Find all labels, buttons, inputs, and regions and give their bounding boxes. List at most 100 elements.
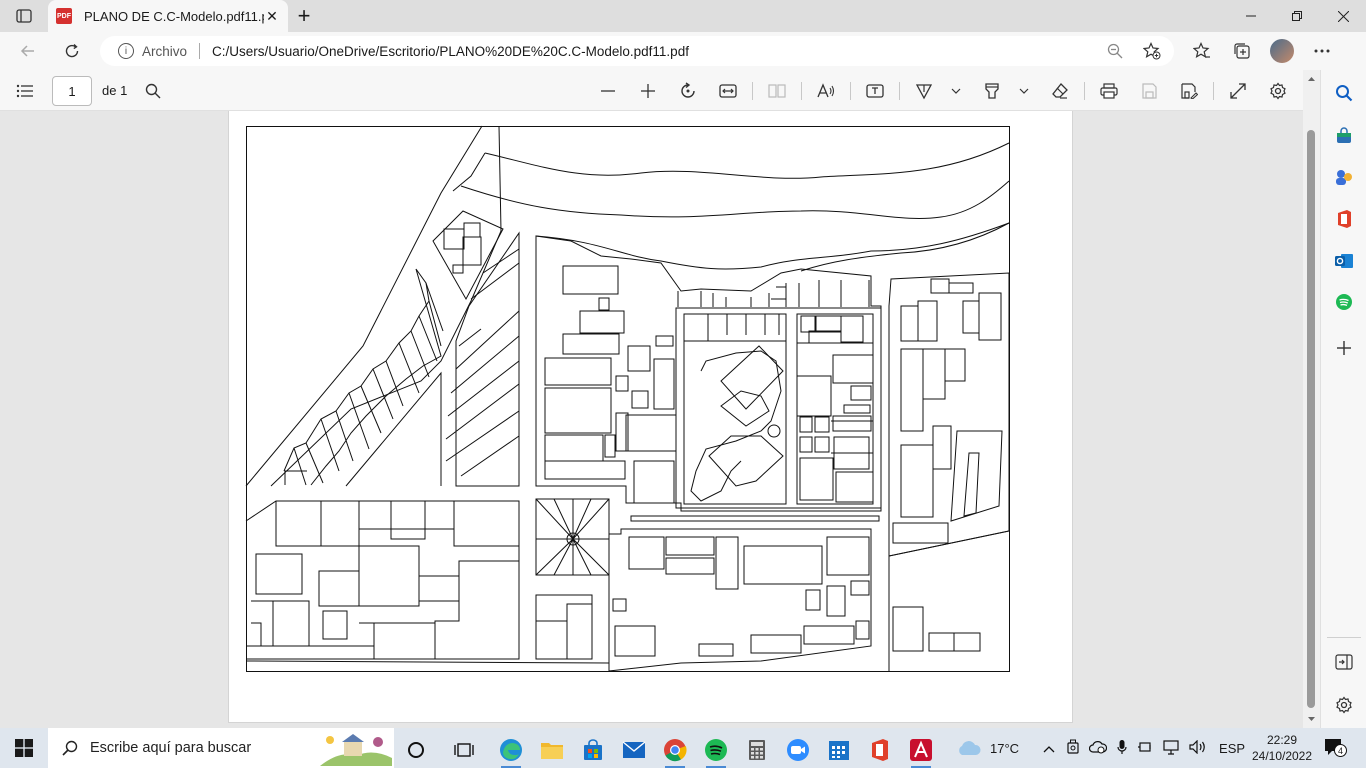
taskbar-office[interactable] <box>860 732 900 768</box>
notification-center-button[interactable]: 4 <box>1324 738 1347 758</box>
tray-app-icon[interactable] <box>1067 739 1079 758</box>
settings-more-button[interactable] <box>1302 32 1342 70</box>
fit-page-button[interactable] <box>716 79 740 103</box>
profile-button[interactable] <box>1262 32 1302 70</box>
sidebar-collapse-button[interactable] <box>1333 651 1355 673</box>
sidebar-settings-button[interactable] <box>1333 694 1355 716</box>
erase-button[interactable] <box>1048 79 1072 103</box>
sidebar-office-button[interactable] <box>1333 208 1355 230</box>
taskbar-search-field[interactable]: Escribe aquí para buscar <box>48 728 394 768</box>
start-button[interactable] <box>0 728 48 768</box>
save-button[interactable] <box>1137 79 1161 103</box>
info-icon[interactable]: i <box>118 43 134 59</box>
battery-plug-icon <box>1138 741 1151 752</box>
pdf-viewer[interactable] <box>0 111 1320 728</box>
zoom-in-button[interactable] <box>636 79 660 103</box>
expand-icon <box>1230 83 1246 99</box>
tray-volume[interactable] <box>1189 739 1207 757</box>
highlight-button[interactable] <box>980 79 1004 103</box>
search-icon <box>62 740 78 756</box>
scroll-thumb[interactable] <box>1307 130 1315 708</box>
sidebar-add-button[interactable] <box>1333 337 1355 359</box>
print-button[interactable] <box>1097 79 1121 103</box>
draw-button[interactable] <box>912 79 936 103</box>
task-view-icon <box>454 743 474 757</box>
taskbar-mail[interactable] <box>614 732 654 768</box>
url-scheme: Archivo <box>142 43 188 59</box>
refresh-button[interactable] <box>58 37 86 65</box>
new-tab-button[interactable]: + <box>292 3 316 28</box>
taskbar-clock[interactable]: 22:29 24/10/2022 <box>1248 732 1316 764</box>
restore-icon <box>1292 11 1302 21</box>
tab-actions-button[interactable] <box>10 7 38 25</box>
sidebar-tools-button[interactable] <box>1333 166 1355 188</box>
minimize-button[interactable] <box>1228 0 1274 32</box>
page-number-input[interactable]: 1 <box>52 76 92 106</box>
sidebar-spotify-button[interactable] <box>1333 291 1355 313</box>
weather-temperature[interactable]: 17°C <box>990 741 1019 756</box>
sidebar-search-button[interactable] <box>1333 82 1355 104</box>
acrobat-icon <box>910 739 932 761</box>
save-as-button[interactable] <box>1177 79 1201 103</box>
taskbar-zoom[interactable] <box>778 732 818 768</box>
taskbar-calendar[interactable] <box>819 732 859 768</box>
restore-button[interactable] <box>1274 0 1320 32</box>
zoom-out-icon[interactable] <box>1100 43 1130 59</box>
scroll-down-icon[interactable] <box>1303 714 1320 724</box>
outlook-icon <box>1335 254 1353 268</box>
cortana-circle-icon <box>408 742 424 758</box>
show-hidden-icons-button[interactable] <box>1043 741 1055 756</box>
office-icon <box>872 739 888 761</box>
highlight-options-dropdown[interactable] <box>1014 79 1034 103</box>
shopping-bag-icon <box>1337 127 1351 143</box>
fullscreen-button[interactable] <box>1226 79 1250 103</box>
taskbar-file-explorer[interactable] <box>532 732 572 768</box>
sidebar-outlook-button[interactable] <box>1333 250 1355 272</box>
contents-button[interactable] <box>13 79 37 103</box>
panel-collapse-icon <box>1335 654 1353 670</box>
cloud-sync-icon <box>1088 740 1108 753</box>
input-language[interactable]: ESP <box>1219 741 1245 756</box>
tray-network[interactable] <box>1163 739 1179 758</box>
search-icon <box>1336 85 1353 102</box>
find-button[interactable] <box>141 79 165 103</box>
calendar-icon <box>829 741 849 760</box>
page-view-button[interactable] <box>765 79 789 103</box>
url-field[interactable]: i Archivo C:/Users/Usuario/OneDrive/Escr… <box>100 36 1174 66</box>
sidebar-shopping-button[interactable] <box>1333 125 1355 147</box>
tray-power[interactable] <box>1137 740 1153 757</box>
usb-device-icon <box>1067 739 1079 754</box>
taskbar-chrome[interactable] <box>655 732 695 768</box>
refresh-icon <box>65 43 79 58</box>
favorites-icon <box>1193 42 1210 59</box>
taskbar-store[interactable] <box>573 732 613 768</box>
scroll-up-icon[interactable] <box>1303 74 1320 84</box>
search-highlight-image <box>320 734 392 766</box>
pdf-page <box>228 111 1073 723</box>
windows-taskbar: Escribe aquí para buscar 17°C ESP 22:29 … <box>0 728 1366 768</box>
vertical-scrollbar[interactable] <box>1303 70 1320 728</box>
toolbar-divider <box>1213 82 1214 100</box>
taskbar-acrobat[interactable] <box>901 732 941 768</box>
back-button[interactable] <box>14 37 42 65</box>
tab-close-button[interactable]: ✕ <box>264 8 280 25</box>
close-window-button[interactable] <box>1320 0 1366 32</box>
pdf-settings-button[interactable] <box>1266 79 1290 103</box>
task-view-button[interactable] <box>444 732 484 768</box>
favorites-button[interactable] <box>1182 32 1222 70</box>
taskbar-spotify[interactable] <box>696 732 736 768</box>
read-aloud-button[interactable] <box>814 79 838 103</box>
taskbar-calculator[interactable] <box>737 732 777 768</box>
tray-network-cloud[interactable] <box>1088 740 1108 757</box>
tray-microphone[interactable] <box>1117 739 1127 758</box>
task-view-cortana-button[interactable] <box>396 732 436 768</box>
add-favorite-icon[interactable] <box>1130 42 1174 60</box>
rotate-button[interactable] <box>676 79 700 103</box>
url-divider <box>199 43 201 59</box>
zoom-out-button[interactable] <box>596 79 620 103</box>
collections-button[interactable] <box>1222 32 1262 70</box>
add-text-button[interactable] <box>863 79 887 103</box>
taskbar-edge[interactable] <box>491 732 531 768</box>
tab-pdf-document[interactable]: PDF PLANO DE C.C-Modelo.pdf11.pdf ✕ <box>48 0 288 32</box>
draw-options-dropdown[interactable] <box>946 79 966 103</box>
